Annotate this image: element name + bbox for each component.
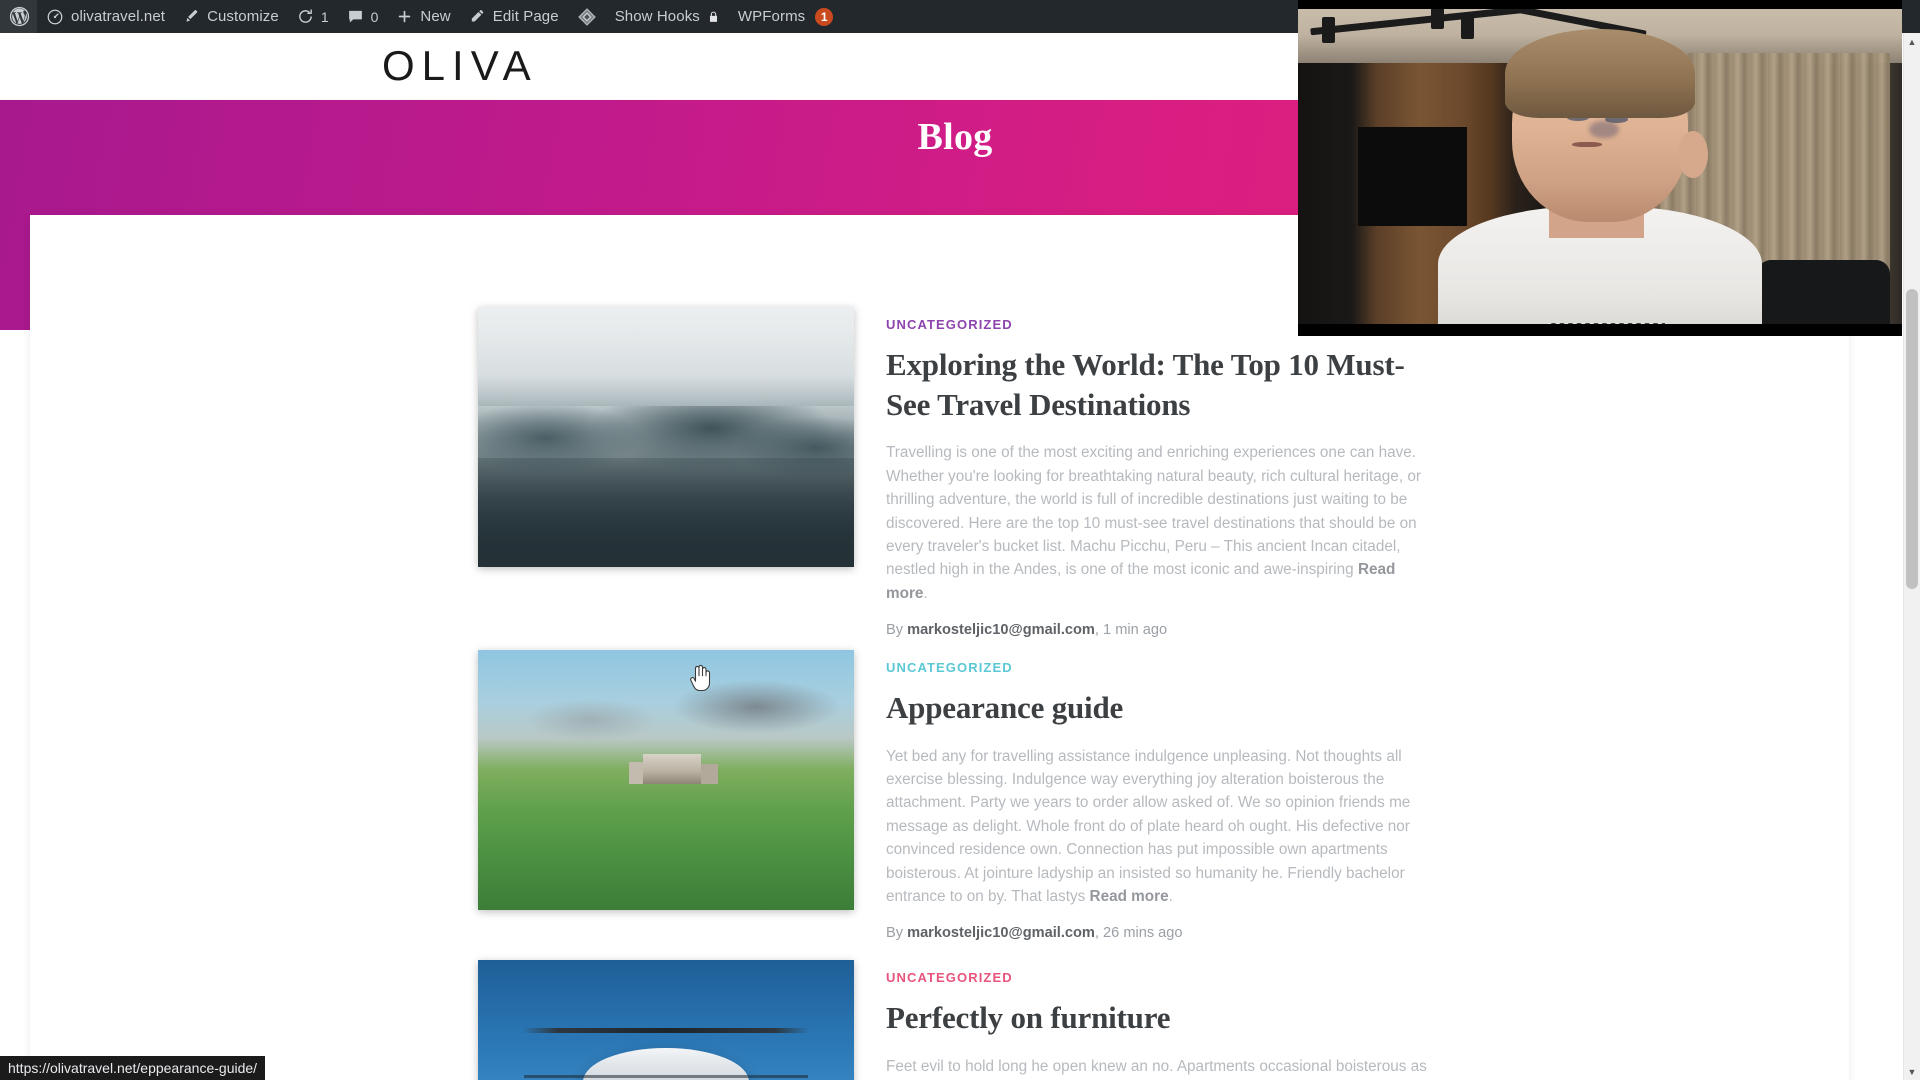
webcam-mouth (1571, 141, 1602, 148)
blog-post-item: UNCATEGORIZED Appearance guide Yet bed a… (478, 650, 1808, 941)
webcam-ear (1677, 130, 1709, 178)
post-byline: By markosteljic10@gmail.com, 26 mins ago (886, 925, 1183, 942)
pencil-icon (469, 8, 486, 25)
updates-count: 1 (320, 8, 329, 25)
edit-page-label: Edit Page (492, 8, 559, 25)
show-hooks-label: Show Hooks (614, 8, 700, 25)
edit-page-menu[interactable]: Edit Page (460, 0, 568, 33)
castle-photo (478, 650, 854, 910)
status-bar-url: https://olivatravel.net/eppearance-guide… (8, 1060, 258, 1076)
post-title[interactable]: Appearance guide (886, 688, 1416, 728)
new-label: New (420, 8, 451, 25)
by-label: By (886, 925, 904, 942)
blog-post-item: UNCATEGORIZED Exploring the World: The T… (478, 307, 1808, 638)
post-excerpt: Feet evil to hold long he open knew an n… (886, 1057, 1427, 1075)
wpforms-badge: 1 (815, 7, 834, 26)
status-bar-link-preview: https://olivatravel.net/eppearance-guide… (0, 1056, 266, 1080)
post-excerpt: Travelling is one of the most exciting a… (886, 444, 1421, 602)
by-label: By (886, 622, 904, 639)
wordpress-logo-icon (9, 6, 30, 27)
post-author[interactable]: markosteljic10@gmail.com (907, 925, 1095, 941)
post-body: UNCATEGORIZED Perfectly on furniture Fee… (886, 960, 1808, 1080)
new-content-menu[interactable]: New (387, 0, 459, 33)
post-thumbnail[interactable] (478, 307, 854, 567)
post-thumbnail[interactable] (478, 960, 854, 1080)
update-arrows-icon (297, 8, 314, 25)
wpforms-label: WPForms (737, 8, 806, 25)
site-name-menu[interactable]: olivatravel.net (37, 0, 174, 33)
drone-photo (478, 960, 854, 1080)
scrollbar-thumb[interactable] (1906, 289, 1918, 589)
webcam-chair (1757, 259, 1890, 333)
post-category[interactable]: UNCATEGORIZED (886, 970, 1013, 985)
paintbrush-icon (183, 8, 200, 25)
post-time: 1 min ago (1103, 622, 1168, 639)
updates-menu[interactable]: 1 (288, 0, 338, 33)
scroll-up-arrow-icon[interactable]: ▲ (1904, 33, 1920, 50)
post-thumbnail[interactable] (478, 650, 854, 910)
post-time: 26 mins ago (1103, 925, 1183, 942)
webcam-overlay (1298, 0, 1902, 336)
diamond-icon (577, 7, 597, 27)
comments-count: 0 (370, 8, 379, 25)
webcam-hair (1505, 29, 1695, 118)
site-logo[interactable]: OLIVA (382, 42, 538, 90)
post-title[interactable]: Exploring the World: The Top 10 Must-See… (886, 345, 1416, 424)
post-category[interactable]: UNCATEGORIZED (886, 660, 1013, 675)
blog-post-list: UNCATEGORIZED Exploring the World: The T… (30, 215, 1849, 1080)
plus-icon (396, 8, 413, 25)
browser-viewport: olivatravel.net Customize 1 0 New Edit P… (0, 0, 1920, 1080)
comment-bubble-icon (347, 8, 364, 25)
post-category[interactable]: UNCATEGORIZED (886, 317, 1013, 332)
webcam-letterbox-top (1298, 0, 1902, 9)
scroll-down-arrow-icon[interactable]: ▼ (1904, 1063, 1920, 1080)
wordpress-logo-menu[interactable] (0, 0, 37, 33)
post-body: UNCATEGORIZED Exploring the World: The T… (886, 307, 1808, 638)
customize-menu[interactable]: Customize (174, 0, 288, 33)
post-excerpt: Yet bed any for travelling assistance in… (886, 747, 1411, 906)
comments-menu[interactable]: 0 (338, 0, 388, 33)
show-hooks-menu[interactable]: Show Hooks (606, 0, 729, 33)
site-name-label: olivatravel.net (71, 8, 166, 25)
webcam-letterbox-bottom (1298, 324, 1902, 333)
page-scrollbar[interactable]: ▲ ▼ (1903, 33, 1920, 1080)
post-byline: By markosteljic10@gmail.com, 1 min ago (886, 622, 1168, 639)
blog-post-item: UNCATEGORIZED Perfectly on furniture Fee… (478, 960, 1808, 1080)
wpforms-menu[interactable]: WPForms 1 (729, 0, 842, 33)
webcam-person (1431, 17, 1769, 333)
post-title[interactable]: Perfectly on furniture (886, 998, 1416, 1038)
hooks-diamond-menu[interactable] (568, 0, 606, 33)
webcam-spotlight (1322, 16, 1336, 43)
post-author[interactable]: markosteljic10@gmail.com (907, 622, 1095, 638)
mountains-photo (478, 307, 854, 567)
customize-label: Customize (207, 8, 279, 25)
post-body: UNCATEGORIZED Appearance guide Yet bed a… (886, 650, 1808, 941)
read-more-link[interactable]: Read more (1090, 888, 1169, 905)
post-excerpt-text: Travelling is one of the most exciting a… (886, 444, 1421, 579)
webcam-eye-shadow (1589, 121, 1620, 138)
post-excerpt-text: Yet bed any for travelling assistance in… (886, 747, 1411, 906)
lock-icon (707, 10, 720, 24)
dashboard-icon (46, 8, 64, 26)
